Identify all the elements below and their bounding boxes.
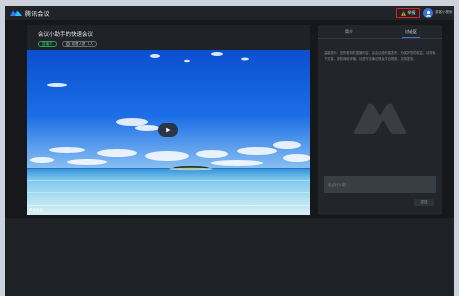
viewers-count: 1人: [87, 41, 94, 46]
app-logo[interactable]: 腾讯会议: [10, 9, 50, 18]
meeting-tags: 直播中 观看人数 1人: [38, 41, 98, 47]
viewers-badge: 观看人数 1人: [61, 41, 98, 47]
warning-triangle-icon: [400, 10, 406, 16]
user-avatar-icon: [425, 10, 431, 17]
play-icon: [166, 127, 171, 133]
play-button[interactable]: [158, 123, 178, 137]
live-status-badge: 直播中: [38, 41, 57, 47]
comment-input-box[interactable]: [324, 176, 436, 193]
tencent-meeting-watermark-icon: [353, 103, 407, 134]
meeting-title: 会议小助手的快速会议: [38, 32, 94, 38]
report-label: 举报: [407, 10, 416, 15]
video-watermark: 腾讯会议: [29, 208, 43, 212]
top-bar: 腾讯会议 举报 游客小程序: [5, 6, 454, 20]
app-name: 腾讯会议: [25, 11, 50, 18]
page-footer-area: [5, 218, 454, 296]
viewers-icon: [65, 42, 70, 46]
user-avatar[interactable]: [423, 8, 433, 18]
send-button[interactable]: 发送: [414, 199, 434, 206]
live-panel: 会议小助手的快速会议 直播中 观看人数 1人 腾讯会议: [27, 25, 310, 215]
tab-discussion[interactable]: 讨论区: [380, 25, 442, 38]
user-name[interactable]: 游客小程序: [435, 10, 453, 15]
video-player[interactable]: 腾讯会议: [27, 50, 310, 215]
report-button[interactable]: 举报: [396, 8, 420, 18]
discussion-notice: 温馨提示：您所看到的直播内容，由会议组织者发布，为保护您的权益，请勿私下交易，谨…: [324, 51, 436, 61]
app-window: 腾讯会议 举报 游客小程序 会议小助手的快速会议 直播中 观看人数 1人 腾讯会…: [5, 6, 454, 296]
tab-intro[interactable]: 简介: [318, 25, 380, 38]
tencent-meeting-logo-icon: [10, 10, 22, 16]
side-panel: 简介 讨论区 温馨提示：您所看到的直播内容，由会议组织者发布，为保护您的权益，请…: [318, 25, 442, 215]
side-tabs: 简介 讨论区: [318, 25, 442, 39]
main-content: 会议小助手的快速会议 直播中 观看人数 1人 腾讯会议 简介 讨论区 温馨提示：…: [5, 20, 454, 218]
comment-input[interactable]: [324, 176, 436, 193]
viewers-label: 观看人数: [71, 41, 86, 46]
